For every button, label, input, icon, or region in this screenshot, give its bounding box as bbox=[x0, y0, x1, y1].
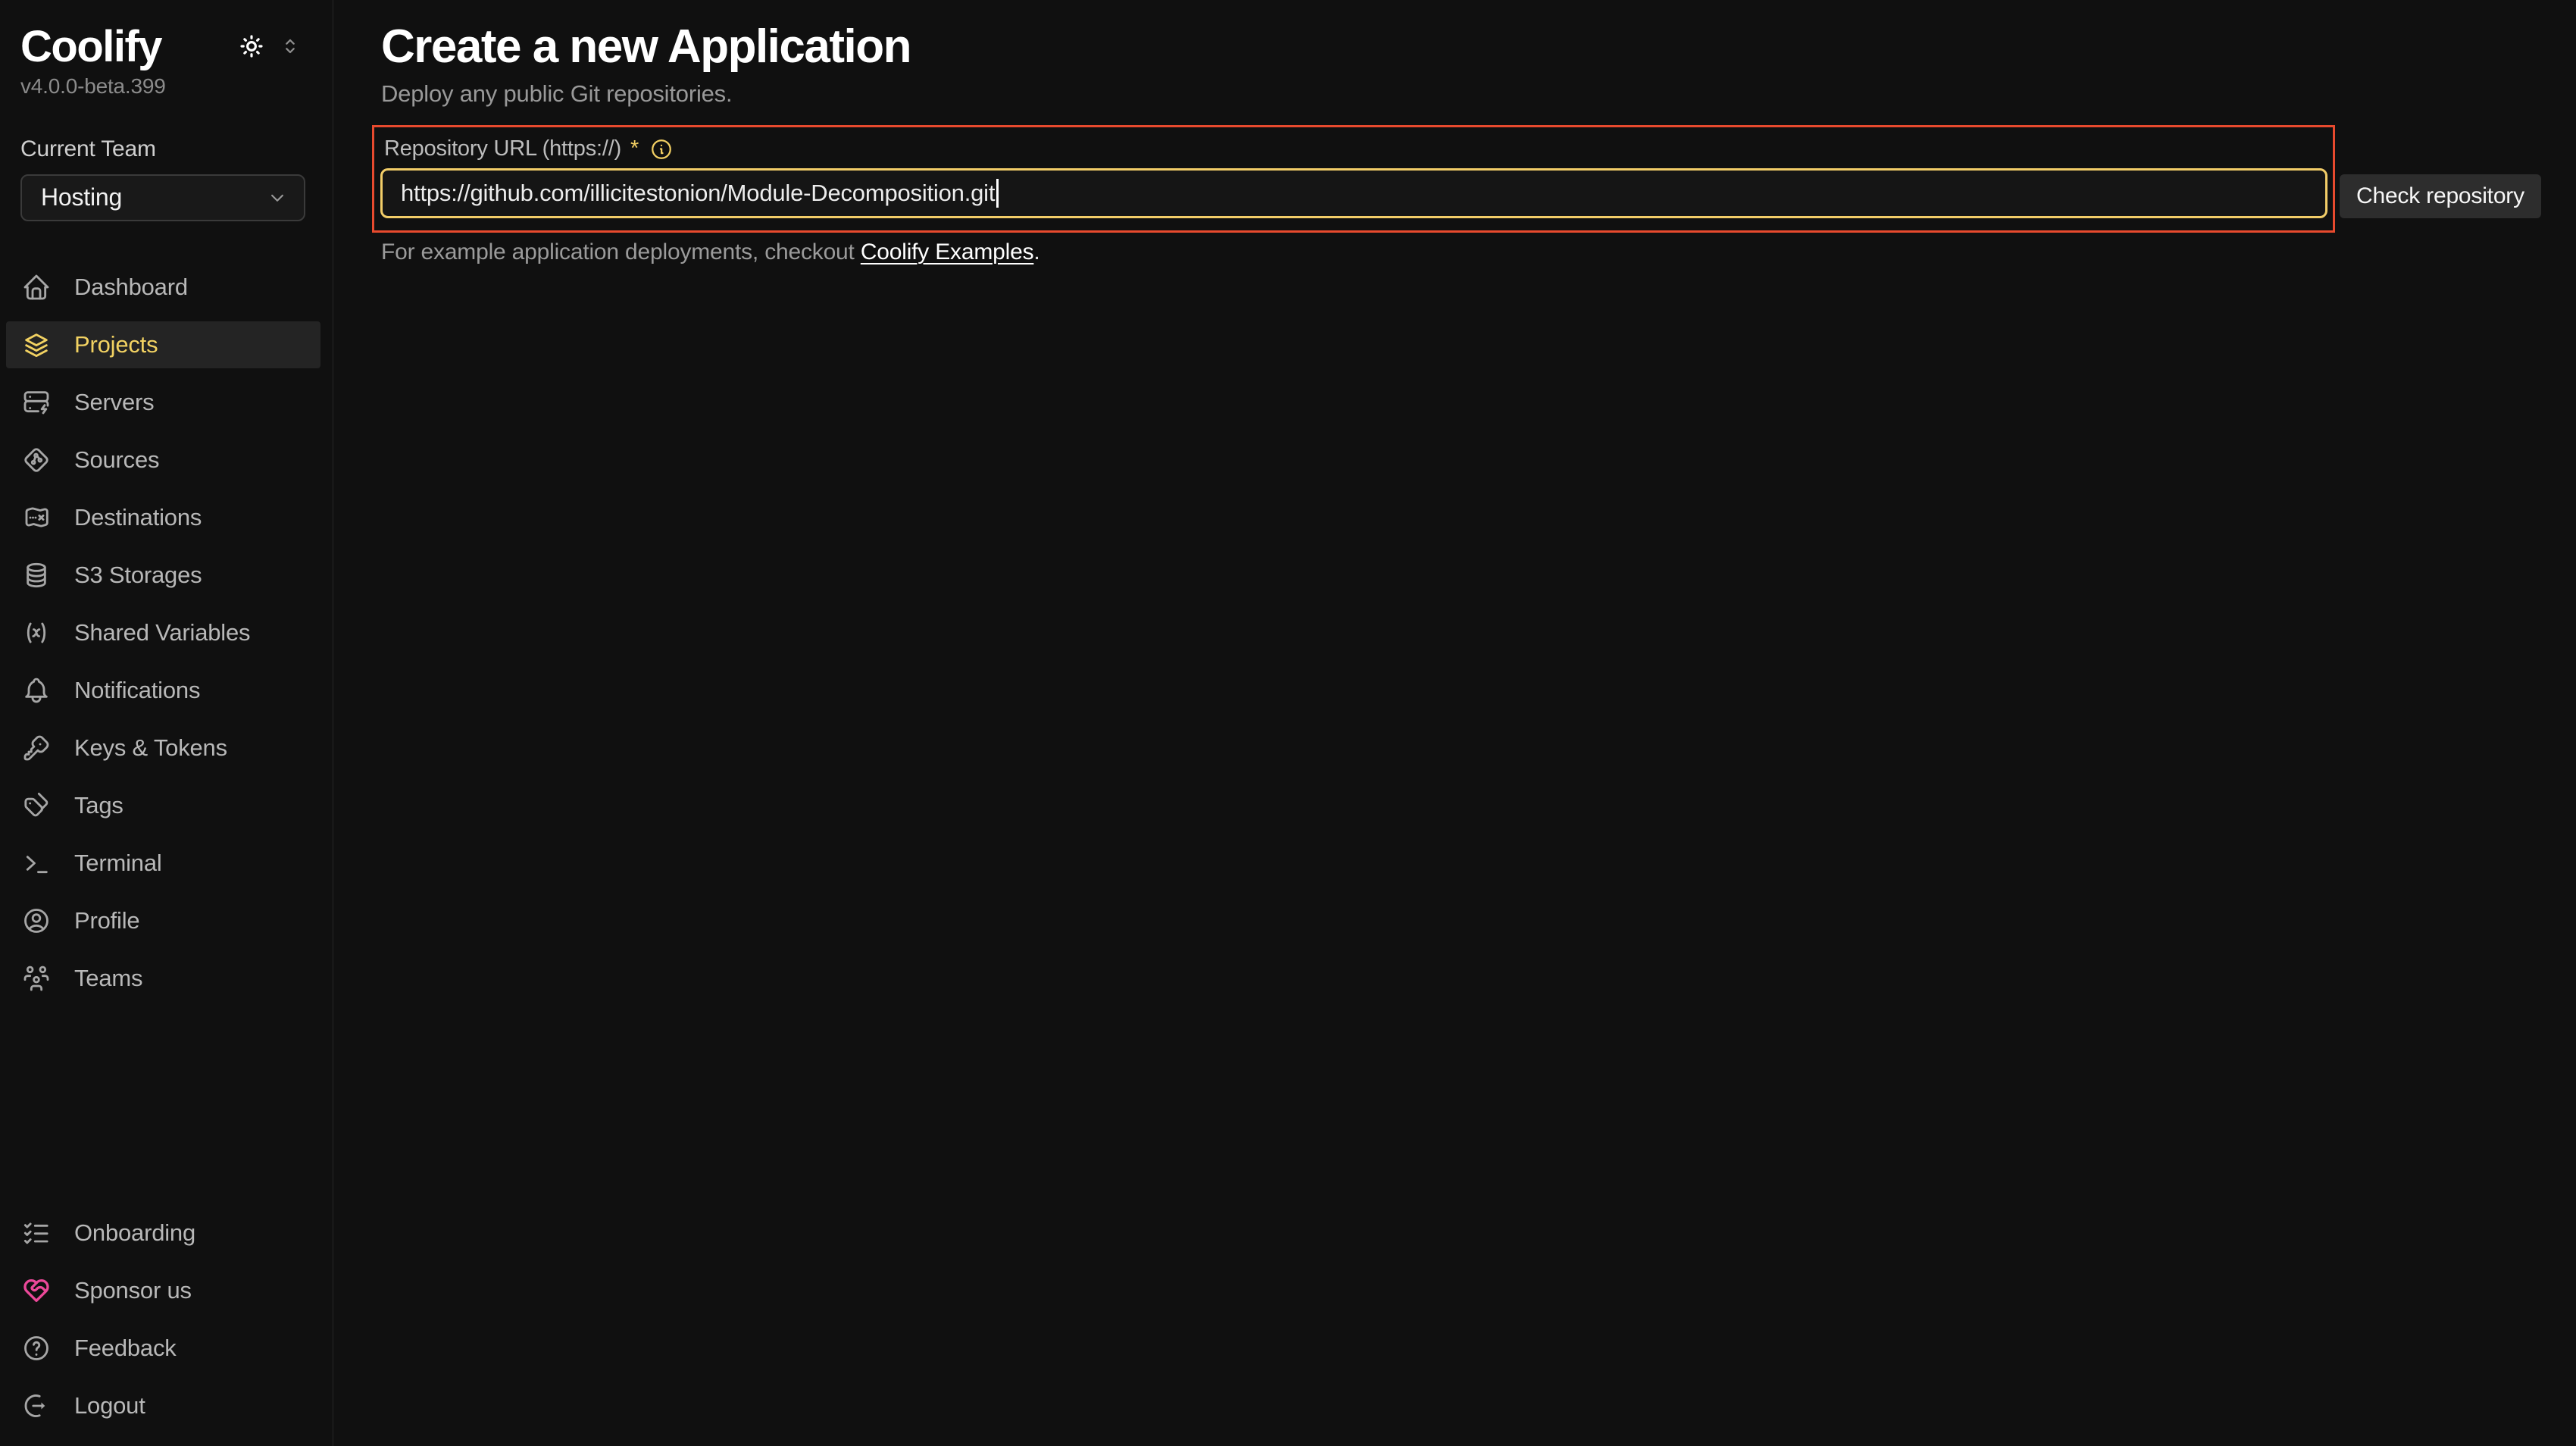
bell-icon bbox=[21, 675, 52, 706]
sidebar-item-label: Notifications bbox=[74, 677, 200, 704]
app-logo: Coolify bbox=[20, 23, 237, 71]
helper-suffix: . bbox=[1033, 239, 1039, 264]
sidebar-item-teams[interactable]: Teams bbox=[6, 955, 320, 1002]
sidebar-item-label: Onboarding bbox=[74, 1219, 195, 1247]
sidebar-item-label: Shared Variables bbox=[74, 619, 250, 646]
current-team-label: Current Team bbox=[20, 136, 333, 162]
key-icon bbox=[21, 733, 52, 763]
chevron-down-icon bbox=[266, 186, 289, 209]
sidebar: Coolify v4.0.0-beta.399 Current Team Hos… bbox=[0, 0, 333, 1446]
app-version: v4.0.0-beta.399 bbox=[20, 74, 333, 99]
helper-prefix: For example application deployments, che… bbox=[381, 239, 861, 264]
sidebar-item-feedback[interactable]: Feedback bbox=[6, 1325, 320, 1372]
main-content: Create a new Application Deploy any publ… bbox=[333, 0, 2576, 1446]
sidebar-item-onboarding[interactable]: Onboarding bbox=[6, 1210, 320, 1257]
sidebar-item-shared-variables[interactable]: Shared Variables bbox=[6, 609, 320, 656]
sidebar-item-label: Terminal bbox=[74, 850, 162, 877]
repository-url-label-row: Repository URL (https://) * bbox=[384, 136, 674, 161]
git-source-icon bbox=[21, 445, 52, 475]
text-caret bbox=[996, 179, 999, 208]
sidebar-item-label: S3 Storages bbox=[74, 562, 202, 589]
page-title: Create a new Application bbox=[381, 20, 911, 74]
sidebar-item-servers[interactable]: Servers bbox=[6, 379, 320, 426]
sidebar-item-label: Servers bbox=[74, 389, 154, 416]
logout-icon bbox=[21, 1391, 52, 1421]
help-circle-icon bbox=[21, 1333, 52, 1363]
heart-handshake-icon bbox=[21, 1275, 52, 1306]
sidebar-item-logout[interactable]: Logout bbox=[6, 1382, 320, 1429]
server-bolt-icon bbox=[21, 387, 52, 418]
map-x-icon bbox=[21, 502, 52, 533]
sidebar-item-terminal[interactable]: Terminal bbox=[6, 840, 320, 887]
check-repository-button[interactable]: Check repository bbox=[2340, 174, 2541, 218]
sidebar-item-projects[interactable]: Projects bbox=[6, 321, 320, 368]
sidebar-item-label: Tags bbox=[74, 792, 123, 819]
layers-icon bbox=[21, 330, 52, 360]
sidebar-item-label: Keys & Tokens bbox=[74, 734, 227, 762]
required-marker: * bbox=[630, 136, 639, 161]
sidebar-item-notifications[interactable]: Notifications bbox=[6, 667, 320, 714]
team-select-value: Hosting bbox=[41, 183, 266, 211]
info-icon[interactable] bbox=[649, 137, 674, 161]
variable-icon bbox=[21, 618, 52, 648]
sidebar-item-label: Dashboard bbox=[74, 274, 188, 301]
sidebar-item-keys-tokens[interactable]: Keys & Tokens bbox=[6, 725, 320, 772]
repository-url-input[interactable]: https://github.com/illicitestonion/Modul… bbox=[380, 168, 2327, 218]
sidebar-item-label: Sponsor us bbox=[74, 1277, 192, 1304]
tags-icon bbox=[21, 790, 52, 821]
sidebar-item-label: Projects bbox=[74, 331, 158, 358]
coolify-examples-link[interactable]: Coolify Examples bbox=[861, 239, 1034, 264]
helper-text: For example application deployments, che… bbox=[381, 239, 1040, 265]
sidebar-item-label: Profile bbox=[74, 907, 139, 934]
team-select[interactable]: Hosting bbox=[20, 174, 305, 221]
repository-url-label: Repository URL (https://) bbox=[384, 136, 621, 161]
sun-icon[interactable] bbox=[237, 32, 266, 61]
sidebar-footer-nav: Onboarding Sponsor us Feedback Logout bbox=[0, 1210, 333, 1446]
page-subtitle: Deploy any public Git repositories. bbox=[381, 80, 732, 108]
database-icon bbox=[21, 560, 52, 590]
sidebar-nav: Dashboard Projects Servers Sources Desti bbox=[0, 264, 333, 1013]
sidebar-item-label: Logout bbox=[74, 1392, 145, 1419]
sidebar-item-label: Sources bbox=[74, 446, 159, 474]
sidebar-item-sources[interactable]: Sources bbox=[6, 437, 320, 484]
home-icon bbox=[21, 272, 52, 302]
sidebar-item-s3-storages[interactable]: S3 Storages bbox=[6, 552, 320, 599]
repository-url-value: https://github.com/illicitestonion/Modul… bbox=[401, 180, 995, 207]
sidebar-item-sponsor-us[interactable]: Sponsor us bbox=[6, 1267, 320, 1314]
checklist-icon bbox=[21, 1218, 52, 1248]
user-circle-icon bbox=[21, 906, 52, 936]
sidebar-item-label: Teams bbox=[74, 965, 142, 992]
sidebar-header: Coolify bbox=[0, 0, 333, 71]
sidebar-item-profile[interactable]: Profile bbox=[6, 897, 320, 944]
sidebar-item-label: Feedback bbox=[74, 1335, 177, 1362]
sidebar-item-tags[interactable]: Tags bbox=[6, 782, 320, 829]
sidebar-item-dashboard[interactable]: Dashboard bbox=[6, 264, 320, 311]
terminal-icon bbox=[21, 848, 52, 878]
users-group-icon bbox=[21, 963, 52, 994]
sidebar-item-label: Destinations bbox=[74, 504, 202, 531]
sidebar-header-icons bbox=[237, 32, 302, 61]
sidebar-collapse-selector-icon[interactable] bbox=[278, 34, 302, 58]
sidebar-item-destinations[interactable]: Destinations bbox=[6, 494, 320, 541]
